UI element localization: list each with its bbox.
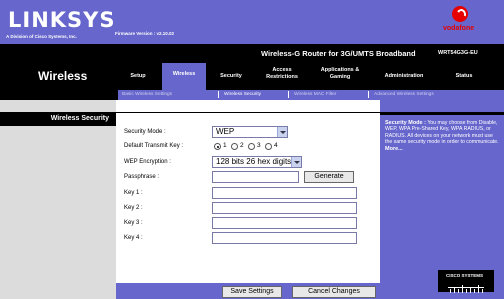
left-heading: Wireless Security <box>50 115 109 122</box>
product-name: Wireless-G Router for 3G/UMTS Broadband <box>261 49 416 58</box>
key3-label: Key 3 : <box>124 220 143 226</box>
cisco-logo-text: CISCO SYSTEMS <box>446 273 484 278</box>
subtab-divider <box>218 91 219 98</box>
tab-setup[interactable]: Setup <box>118 73 158 80</box>
content-divider <box>116 112 380 113</box>
subtab-mac-filter[interactable]: Wireless MAC Filter <box>294 92 336 97</box>
encryption-label: WEP Encryption : <box>124 159 171 165</box>
subtab-advanced-wireless[interactable]: Advanced Wireless Settings <box>374 92 434 97</box>
left-heading-bar: Wireless Security <box>0 112 116 126</box>
sub-tabs: Basic Wireless Settings Wireless Securit… <box>118 90 504 100</box>
passphrase-label: Passphrase : <box>124 174 160 180</box>
key-radio-1[interactable] <box>214 143 221 150</box>
key-radio-2[interactable] <box>231 143 238 150</box>
tab-applications-gaming[interactable]: Applications & Gaming <box>314 67 366 81</box>
security-mode-select[interactable]: WEP <box>212 126 288 138</box>
generate-button[interactable]: Generate <box>304 171 354 183</box>
subtab-divider <box>288 91 289 98</box>
tab-access-restrictions[interactable]: Access Restrictions <box>258 67 306 81</box>
main-tabs: Setup Wireless Security Access Restricti… <box>118 63 504 90</box>
key3-input[interactable] <box>212 217 357 229</box>
tab-wireless[interactable]: Wireless <box>162 63 206 90</box>
router-admin-page: LINKSYS A Division of Cisco Systems, Inc… <box>0 0 504 299</box>
left-column <box>0 100 116 299</box>
chevron-down-icon <box>277 127 287 137</box>
product-model: WRT54G3G-EU <box>438 50 478 56</box>
help-more-link[interactable]: More... <box>385 146 403 152</box>
section-title-block: Wireless <box>0 44 118 100</box>
key1-input[interactable] <box>212 187 357 199</box>
header-bar: LINKSYS A Division of Cisco Systems, Inc… <box>0 0 504 44</box>
help-text-block: Security Mode : You may choose from Disa… <box>385 120 501 152</box>
key-radio-1-label: 1 <box>223 142 227 149</box>
security-mode-label: Security Mode : <box>124 129 166 135</box>
key-radio-2-label: 2 <box>240 142 244 149</box>
key-radio-3[interactable] <box>248 143 255 150</box>
subtab-basic-wireless[interactable]: Basic Wireless Settings <box>122 92 172 97</box>
logo-subtitle: A Division of Cisco Systems, Inc. <box>6 34 77 39</box>
vodafone-logo-icon <box>452 6 468 22</box>
key4-label: Key 4 : <box>124 235 143 241</box>
subtab-wireless-security[interactable]: Wireless Security <box>224 92 261 97</box>
save-settings-button[interactable]: Save Settings <box>222 286 282 298</box>
key2-label: Key 2 : <box>124 205 143 211</box>
tab-status[interactable]: Status <box>444 73 484 80</box>
subtab-divider <box>368 91 369 98</box>
key-radio-3-label: 3 <box>257 142 261 149</box>
key-radio-4[interactable] <box>265 143 272 150</box>
help-title: Security Mode : <box>385 120 426 126</box>
cisco-bars-icon <box>448 280 484 293</box>
product-bar: Wireless-G Router for 3G/UMTS Broadband … <box>118 44 504 63</box>
default-key-label: Default Transmit Key : <box>124 143 184 149</box>
tab-administration[interactable]: Administration <box>374 73 434 80</box>
cancel-changes-button[interactable]: Cancel Changes <box>292 286 376 298</box>
help-heading-bar <box>380 112 504 115</box>
chevron-down-icon <box>291 157 301 167</box>
key4-input[interactable] <box>212 232 357 244</box>
key-radio-4-label: 4 <box>274 142 278 149</box>
key2-input[interactable] <box>212 202 357 214</box>
cisco-logo: CISCO SYSTEMS <box>438 270 494 293</box>
vodafone-wordmark: vodafone <box>443 25 475 32</box>
linksys-logo: LINKSYS <box>8 8 116 32</box>
firmware-version: Firmware Version : v2.10.02 <box>115 31 175 36</box>
security-mode-value: WEP <box>216 127 235 136</box>
encryption-select[interactable]: 128 bits 26 hex digits <box>212 156 302 168</box>
encryption-value: 128 bits 26 hex digits <box>216 157 292 166</box>
tab-security[interactable]: Security <box>212 73 250 80</box>
section-title: Wireless <box>38 69 88 83</box>
passphrase-input[interactable] <box>212 171 299 183</box>
key1-label: Key 1 : <box>124 190 143 196</box>
